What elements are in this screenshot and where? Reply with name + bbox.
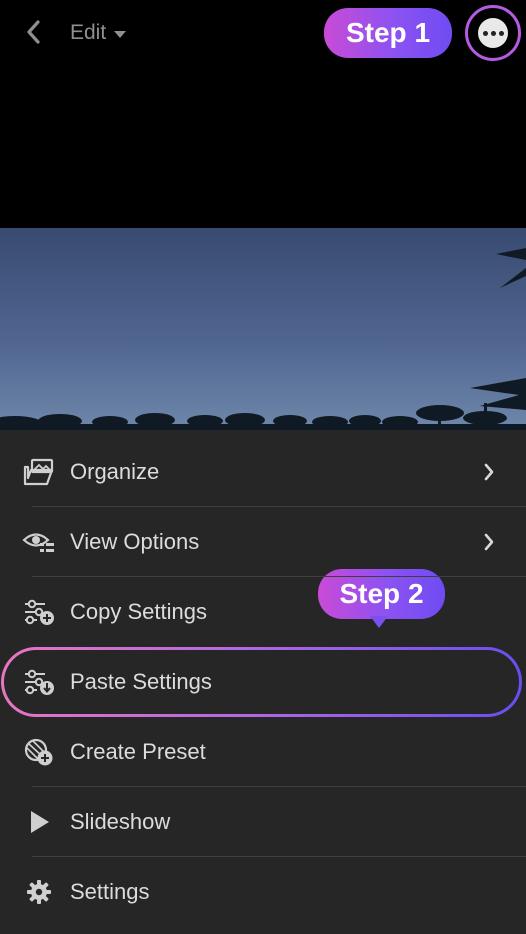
back-button[interactable]: [18, 16, 48, 48]
copy-settings-icon: [22, 595, 56, 629]
eye-icon: [22, 525, 56, 559]
menu-item-label: View Options: [70, 529, 200, 554]
chevron-right-icon: [482, 462, 496, 482]
menu-item-view-options[interactable]: View Options: [0, 507, 526, 577]
menu-item-copy-settings[interactable]: Copy Settings: [0, 577, 526, 647]
chevron-left-icon: [27, 20, 40, 44]
menu-item-label: Organize: [70, 459, 160, 484]
palm-trees-image: [0, 248, 526, 430]
step1-callout: Step 1: [324, 8, 452, 58]
edit-mode-dropdown[interactable]: Edit: [70, 18, 127, 48]
caret-down-icon: [114, 30, 127, 38]
menu-item-label: Slideshow: [70, 809, 171, 834]
paste-settings-icon: [22, 665, 56, 699]
top-bar: Edit Step 1: [0, 0, 526, 228]
more-dot-icon: [490, 30, 496, 36]
menu-item-settings[interactable]: Settings: [0, 857, 526, 927]
create-preset-icon: [22, 735, 56, 769]
app-frame: Edit Step 1 Step 2 Organize View Options…: [0, 0, 526, 934]
photos-folder-icon: [22, 455, 56, 489]
menu-item-label: Paste Settings: [70, 669, 212, 694]
menu-item-label: Create Preset: [70, 739, 206, 764]
photo-preview: [0, 228, 526, 430]
menu-item-slideshow[interactable]: Slideshow: [0, 787, 526, 857]
menu-item-organize[interactable]: Organize: [0, 437, 526, 507]
gear-icon: [22, 875, 56, 909]
more-dot-icon: [482, 30, 488, 36]
play-icon: [22, 805, 56, 839]
menu-item-label: Settings: [70, 879, 150, 904]
edit-label: Edit: [70, 21, 107, 44]
menu-item-paste-settings[interactable]: Paste Settings: [0, 647, 526, 717]
more-options-button[interactable]: [478, 18, 508, 48]
chevron-right-icon: [482, 532, 496, 552]
more-dot-icon: [498, 30, 504, 36]
menu-item-create-preset[interactable]: Create Preset: [0, 717, 526, 787]
menu-item-label: Copy Settings: [70, 599, 207, 624]
more-button-highlight: [465, 5, 521, 61]
